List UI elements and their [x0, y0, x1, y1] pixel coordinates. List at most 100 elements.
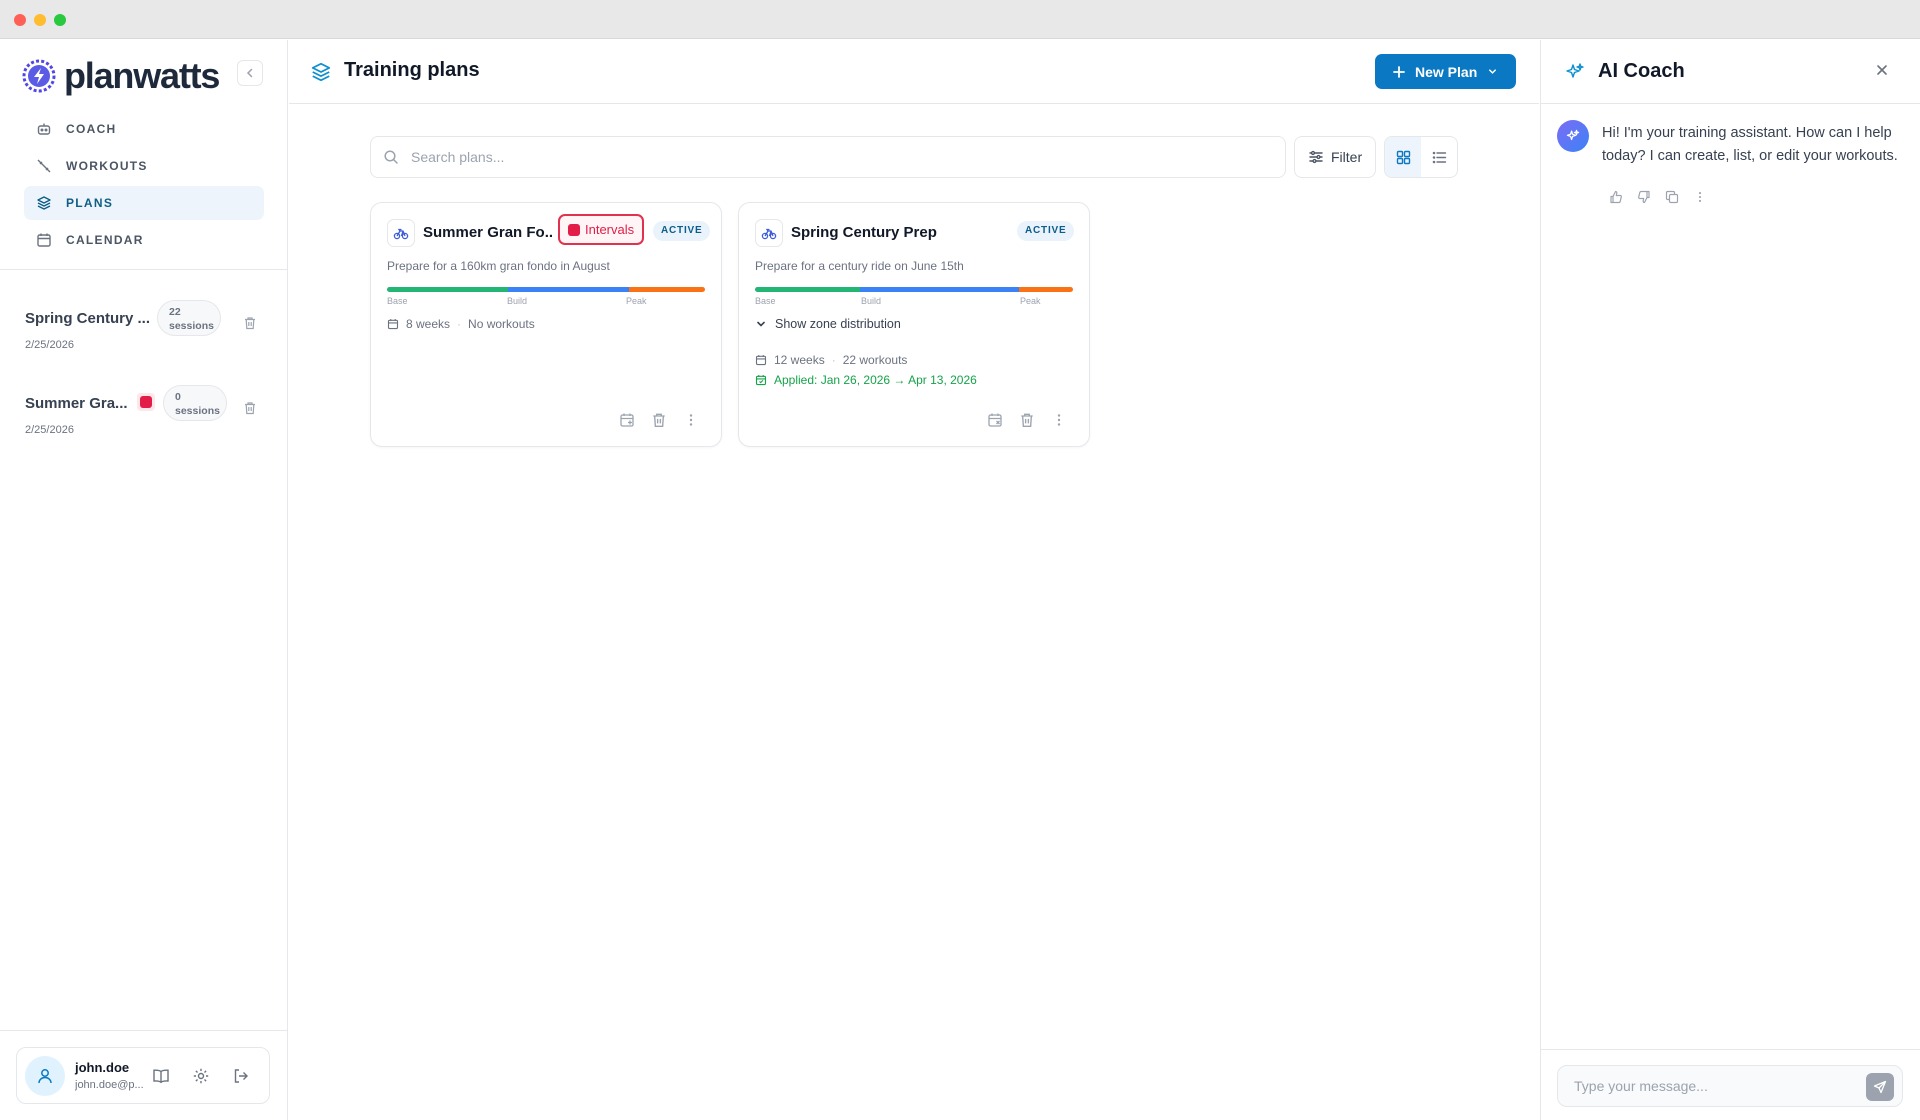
more-options-button[interactable]: [683, 412, 699, 428]
unschedule-button[interactable]: [987, 412, 1003, 428]
delete-button[interactable]: [651, 412, 667, 428]
book-icon: [153, 1069, 169, 1084]
filter-button[interactable]: Filter: [1294, 136, 1376, 178]
list-view-button[interactable]: [1421, 137, 1457, 177]
phase-segment: [507, 287, 629, 292]
user-icon: [38, 1069, 52, 1084]
plan-card[interactable]: Summer Gran Fo... Intervals ACTIVE Prepa…: [370, 202, 722, 447]
delete-plan-button[interactable]: [243, 316, 257, 335]
minimize-window-button[interactable]: [34, 14, 46, 26]
trash-icon: [245, 317, 255, 330]
sessions-count: 22: [169, 306, 181, 318]
nav-item-calendar[interactable]: CALENDAR: [24, 223, 264, 257]
delete-button[interactable]: [1019, 412, 1035, 428]
logout-icon: [234, 1069, 248, 1083]
collapse-sidebar-button[interactable]: [237, 60, 263, 86]
more-vertical-icon: [1057, 414, 1061, 426]
sessions-badge: 22 sessions: [157, 300, 221, 336]
phase-label: Peak: [1020, 296, 1041, 306]
filter-label: Filter: [1331, 149, 1363, 165]
brand: planwatts: [22, 52, 220, 100]
calendar-icon: [755, 355, 767, 366]
applied-range: Applied: Jan 26, 2026 → Apr 13, 2026: [755, 373, 977, 387]
more-options-button[interactable]: [1693, 190, 1707, 204]
plan-card[interactable]: Spring Century Prep ACTIVE Prepare for a…: [738, 202, 1090, 447]
more-vertical-icon: [689, 414, 693, 426]
send-button[interactable]: [1866, 1073, 1894, 1101]
copy-button[interactable]: [1665, 190, 1679, 204]
send-icon: [1873, 1080, 1887, 1094]
calendar-x-icon: [988, 413, 1002, 427]
nav-item-plans[interactable]: PLANS: [24, 186, 264, 220]
coach-title: AI Coach: [1598, 60, 1685, 82]
close-window-button[interactable]: [14, 14, 26, 26]
layers-icon: [311, 62, 331, 82]
close-coach-button[interactable]: [1875, 63, 1889, 82]
user-card: john.doe john.doe@p...: [16, 1047, 270, 1104]
plan-title: Spring Century Prep: [791, 224, 937, 241]
app-window: planwatts COACH WORKOUTS PLANS CALENDAR: [0, 0, 1920, 1120]
nav-label: CALENDAR: [66, 233, 144, 247]
intervals-label: Intervals: [585, 222, 635, 237]
plan-description: Prepare for a century ride on June 15th: [755, 259, 964, 273]
status-badge[interactable]: ACTIVE: [1017, 221, 1075, 241]
search-input[interactable]: [411, 149, 1231, 165]
search-icon: [384, 150, 398, 164]
sidebar-plan-item[interactable]: Spring Century ... 22 sessions 2/25/2026: [25, 300, 265, 360]
gear-icon: [193, 1068, 209, 1084]
new-plan-button[interactable]: New Plan: [1375, 54, 1516, 89]
search-box: [370, 136, 1286, 178]
nav-item-workouts[interactable]: WORKOUTS: [24, 149, 264, 183]
phase-label: Peak: [626, 296, 647, 306]
settings-button[interactable]: [192, 1067, 210, 1090]
coach-footer-divider: [1541, 1049, 1920, 1050]
applied-label: Applied: Jan 26, 2026 → Apr 13, 2026: [774, 373, 977, 387]
sessions-label: sessions: [175, 405, 220, 417]
list-icon: [1432, 151, 1446, 163]
intervals-icon: [568, 223, 580, 236]
zone-distribution-toggle[interactable]: Show zone distribution: [755, 317, 901, 331]
thumbs-down-button[interactable]: [1637, 190, 1651, 204]
thumbs-up-button[interactable]: [1609, 190, 1623, 204]
brand-name: planwatts: [64, 55, 220, 96]
plus-icon: [1393, 65, 1405, 78]
logout-button[interactable]: [232, 1067, 250, 1090]
chevron-left-icon: [246, 68, 253, 78]
grid-icon: [1396, 150, 1410, 164]
message-input[interactable]: [1574, 1078, 1844, 1094]
plan-weeks: 8 weeks: [406, 317, 451, 331]
coach-header: AI Coach: [1541, 40, 1920, 104]
thumbs-up-icon: [1610, 190, 1622, 204]
robot-icon: [37, 123, 51, 135]
nav-item-coach[interactable]: COACH: [24, 112, 264, 146]
new-plan-label: New Plan: [1415, 63, 1478, 80]
status-badge[interactable]: ACTIVE: [653, 221, 711, 241]
plan-workouts: 22 workouts: [842, 353, 908, 367]
nav-label: COACH: [66, 122, 117, 136]
phase-label: Build: [507, 296, 528, 306]
zone-toggle-label: Show zone distribution: [775, 317, 901, 331]
docs-button[interactable]: [152, 1067, 170, 1090]
chevron-down-icon: [757, 321, 765, 327]
close-icon: [1877, 65, 1887, 75]
message-actions: [1609, 190, 1721, 204]
maximize-window-button[interactable]: [54, 14, 66, 26]
avatar[interactable]: [25, 1056, 65, 1096]
phase-segment: [755, 287, 860, 292]
sidebar-plan-item[interactable]: Summer Gra... 0 sessions 2/25/2026: [25, 385, 265, 445]
plan-description: Prepare for a 160km gran fondo in August: [387, 259, 610, 273]
more-options-button[interactable]: [1051, 412, 1067, 428]
delete-plan-button[interactable]: [243, 401, 257, 420]
intervals-badge[interactable]: Intervals: [558, 214, 644, 245]
grid-view-button[interactable]: [1385, 137, 1421, 177]
page-header: Training plans New Plan: [289, 40, 1539, 104]
schedule-button[interactable]: [619, 412, 635, 428]
card-actions: [971, 412, 1067, 428]
sidebar: planwatts COACH WORKOUTS PLANS CALENDAR: [0, 40, 288, 1120]
calendar-icon: [37, 233, 51, 247]
thumbs-down-icon: [1638, 190, 1650, 204]
user-email: john.doe@p...: [75, 1079, 144, 1091]
plan-meta: 8 weeks · No workouts: [387, 317, 535, 331]
assistant-avatar: [1557, 120, 1589, 152]
message-box: [1557, 1065, 1903, 1107]
